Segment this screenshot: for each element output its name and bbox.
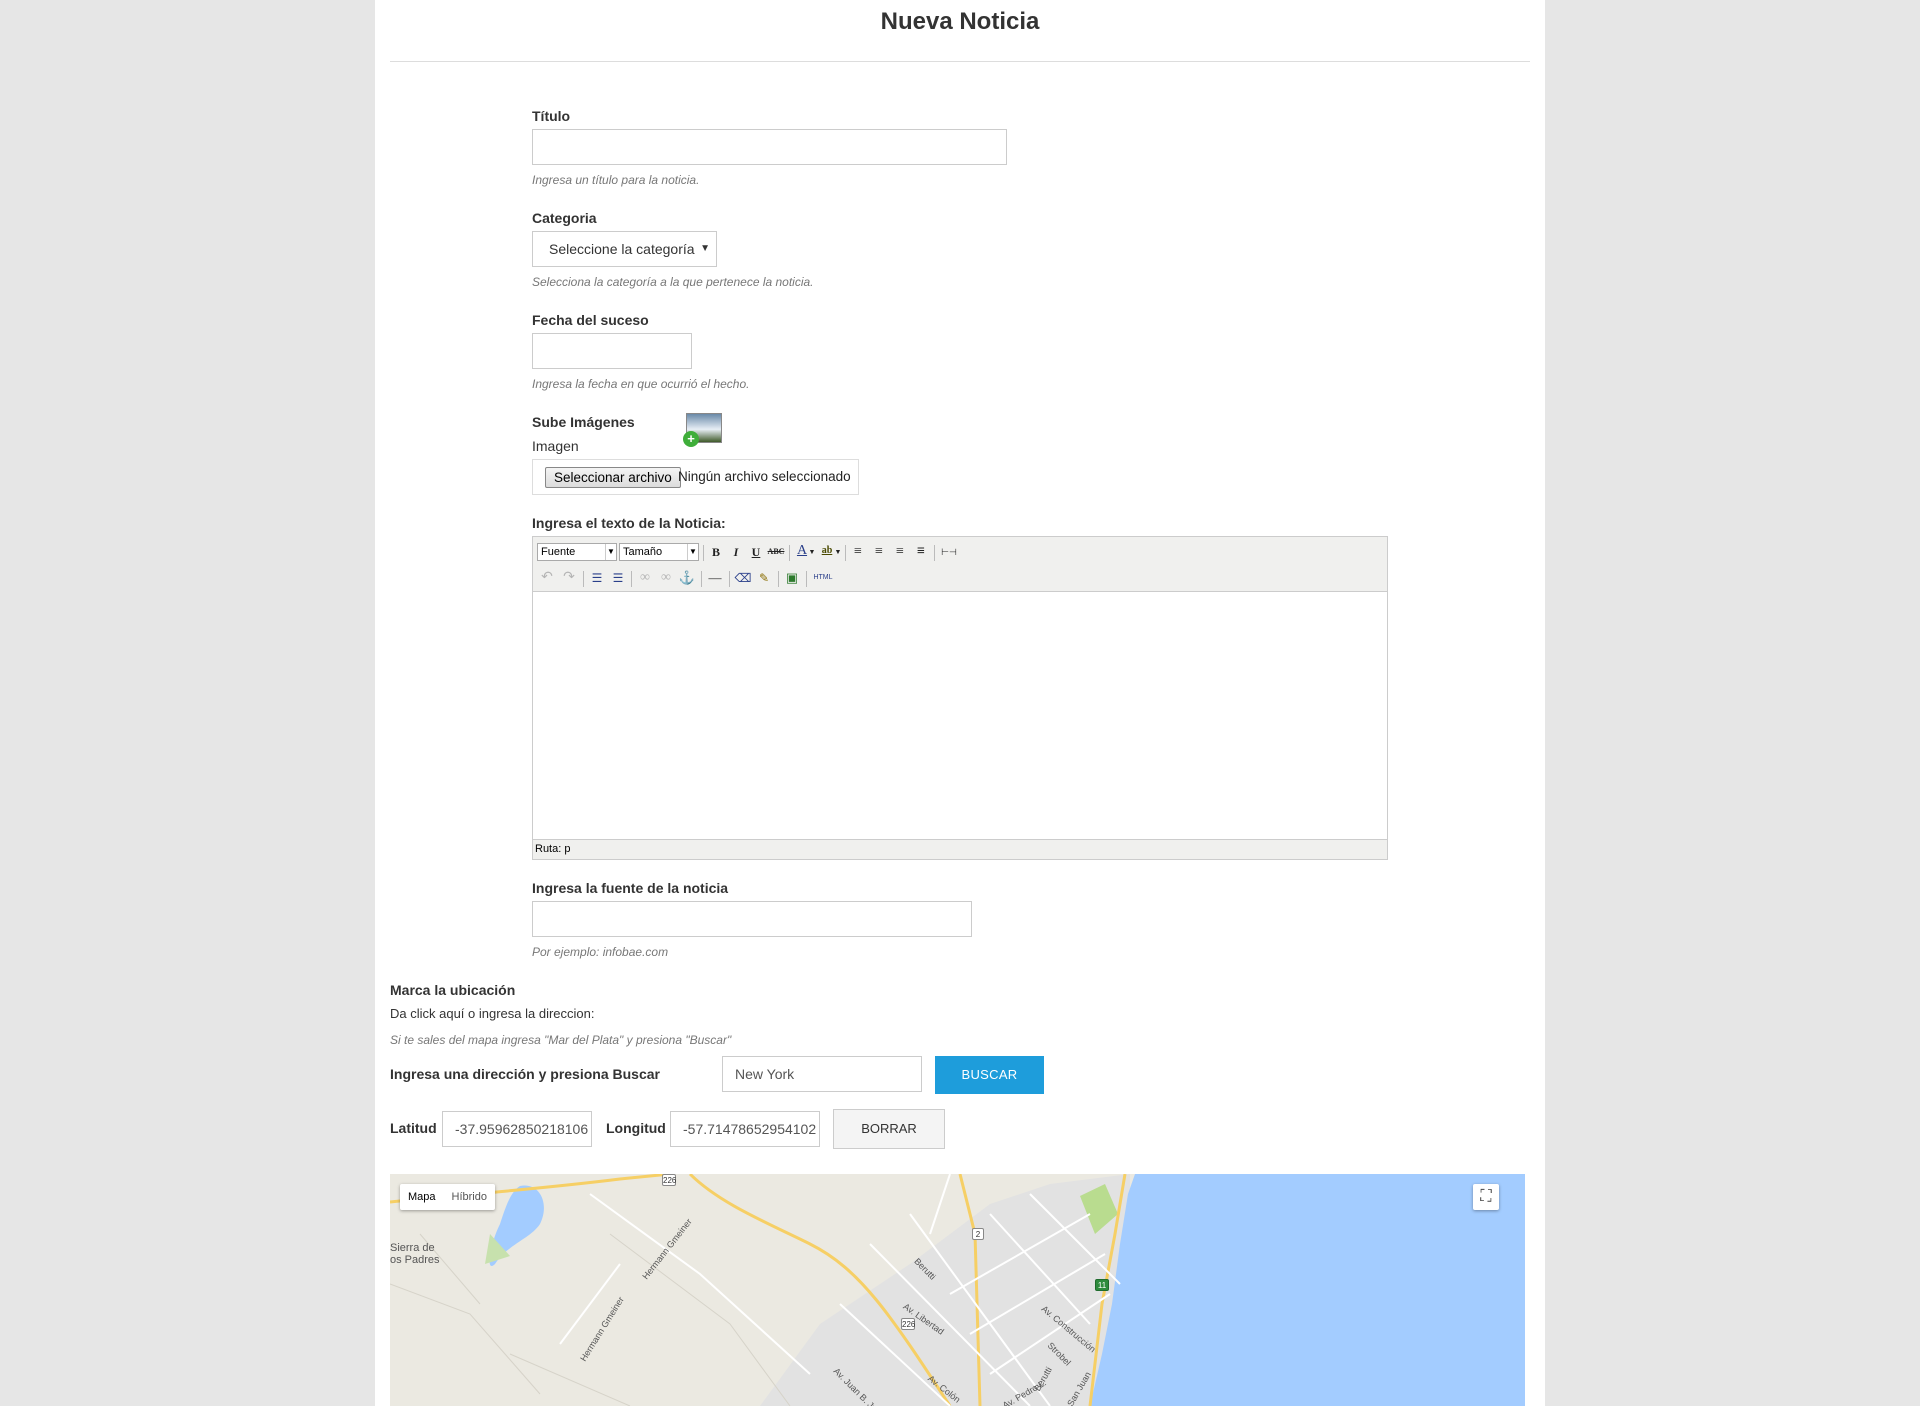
buscar-button[interactable]: BUSCAR [935, 1056, 1044, 1094]
fuente-help: Por ejemplo: infobae.com [532, 945, 669, 959]
toolbar-separator [934, 545, 935, 561]
title-divider [390, 61, 1530, 62]
fullscreen-icon[interactable]: ⛶ [1473, 1184, 1499, 1210]
toolbar-separator [729, 571, 730, 587]
borrar-button[interactable]: BORRAR [833, 1109, 945, 1149]
chevron-down-icon: ▼ [687, 544, 698, 560]
imagen-sublabel: Imagen [532, 438, 579, 454]
longitud-input[interactable]: -57.71478652954102 [670, 1111, 820, 1147]
plus-icon: + [683, 431, 699, 447]
titulo-label: Título [532, 108, 571, 124]
route-shield: 226 [662, 1174, 677, 1186]
rich-text-editor: Fuente ▼ Tamaño ▼ B I U ABC A ▼ ab ▼ ≡ ≡… [532, 536, 1388, 860]
undo-icon[interactable]: ↶ [537, 568, 557, 588]
latitud-input[interactable]: -37.95962850218106 [442, 1111, 592, 1147]
anchor-icon[interactable]: ⚓ [677, 568, 697, 588]
unlink-icon[interactable]: ∞ [656, 568, 676, 588]
route-shield: 226 [901, 1318, 916, 1330]
toolbar-separator [806, 571, 807, 587]
categoria-help: Selecciona la categoría a la que pertene… [532, 275, 814, 289]
toolbar-separator [583, 571, 584, 587]
add-image-icon[interactable]: + [683, 413, 722, 447]
minor-roads [390, 1233, 791, 1406]
map-label: Sierra de [390, 1242, 435, 1254]
ubicacion-hint: Si te sales del mapa ingresa "Mar del Pl… [390, 1033, 732, 1047]
align-left-icon[interactable]: ≡ [848, 542, 868, 562]
fecha-label: Fecha del suceso [532, 312, 649, 328]
map-type-control: Mapa Híbrido [400, 1184, 495, 1210]
strikethrough-icon[interactable]: ABC [766, 542, 786, 562]
map-type-hibrido[interactable]: Híbrido [444, 1184, 495, 1210]
texto-label: Ingresa el texto de la Noticia: [532, 515, 726, 531]
toolbar-separator [845, 545, 846, 561]
map-canvas [390, 1174, 1525, 1406]
fecha-input[interactable] [532, 333, 692, 369]
chevron-down-icon[interactable]: ▼ [833, 542, 843, 562]
fecha-help: Ingresa la fecha en que ocurrió el hecho… [532, 377, 750, 391]
size-select-value: Tamaño [623, 546, 663, 558]
categoria-label: Categoria [532, 210, 597, 226]
editor-toolbar: Fuente ▼ Tamaño ▼ B I U ABC A ▼ ab ▼ ≡ ≡… [533, 537, 1387, 592]
toolbar-separator [701, 571, 702, 587]
link-icon[interactable]: ∞ [635, 568, 655, 588]
latitud-label: Latitud [390, 1120, 437, 1136]
chevron-down-icon: ▼ [605, 544, 616, 560]
html-source-icon[interactable]: HTML [810, 568, 836, 588]
toolbar-separator [703, 545, 704, 561]
ocean [1090, 1174, 1525, 1406]
file-upload-field: Seleccionar archivo Ningún archivo selec… [532, 459, 859, 495]
toolbar-separator [631, 571, 632, 587]
toolbar-separator [778, 571, 779, 587]
address-search-input[interactable]: New York [722, 1056, 922, 1092]
font-select[interactable]: Fuente ▼ [537, 543, 617, 561]
align-center-icon[interactable]: ≡ [869, 542, 889, 562]
chevron-down-icon[interactable]: ▼ [807, 542, 817, 562]
italic-icon[interactable]: I [726, 542, 746, 562]
categoria-select[interactable]: Seleccione la categoría ▼ [532, 231, 717, 267]
map-type-mapa[interactable]: Mapa [400, 1184, 444, 1210]
cleanup-icon[interactable]: ✎ [754, 568, 774, 588]
font-select-value: Fuente [541, 546, 576, 558]
align-right-icon[interactable]: ≡ [890, 542, 910, 562]
redo-icon[interactable]: ↷ [559, 568, 579, 588]
page-title: Nueva Noticia [880, 8, 1040, 35]
bold-icon[interactable]: B [706, 542, 726, 562]
imagenes-label: Sube Imágenes [532, 414, 635, 430]
toolbar-separator [789, 545, 790, 561]
numbered-list-icon[interactable]: ☰ [608, 568, 628, 588]
chevron-down-icon: ▼ [700, 243, 710, 254]
titulo-input[interactable] [532, 129, 1007, 165]
select-file-button[interactable]: Seleccionar archivo [545, 467, 681, 488]
location-map[interactable]: Sierra de os Padres Hermann Gmeiner Herm… [390, 1174, 1525, 1406]
editor-statusbar: Ruta: p [533, 839, 1387, 859]
file-status-text: Ningún archivo seleccionado [678, 469, 851, 484]
bullet-list-icon[interactable]: ☰ [587, 568, 607, 588]
insert-image-icon[interactable]: ▣ [782, 568, 802, 588]
titulo-help: Ingresa un título para la noticia. [532, 173, 700, 187]
search-address-label: Ingresa una dirección y presiona Buscar [390, 1066, 660, 1082]
route-shield: 11 [1095, 1279, 1109, 1291]
align-justify-icon[interactable]: ≡ [911, 542, 931, 562]
route-shield: 2 [972, 1228, 984, 1240]
ubicacion-heading: Marca la ubicación [390, 982, 516, 998]
categoria-selected-value: Seleccione la categoría [549, 241, 695, 257]
editor-content-area[interactable] [533, 592, 1387, 839]
underline-icon[interactable]: U [746, 542, 766, 562]
map-label: os Padres [390, 1254, 440, 1266]
fuente-label: Ingresa la fuente de la noticia [532, 880, 729, 896]
fuente-input[interactable] [532, 901, 972, 937]
longitud-label: Longitud [606, 1120, 666, 1136]
urban-area [760, 1174, 1130, 1406]
size-select[interactable]: Tamaño ▼ [619, 543, 699, 561]
horizontal-rule-icon[interactable]: — [705, 568, 725, 588]
remove-format-icon[interactable]: ⌫ [733, 568, 753, 588]
ubicacion-instruction: Da click aquí o ingresa la direccion: [390, 1006, 595, 1021]
page-break-icon[interactable]: ⊢⊣ [939, 542, 959, 562]
page-container: Nueva Noticia Título Ingresa un título p… [375, 0, 1545, 1406]
